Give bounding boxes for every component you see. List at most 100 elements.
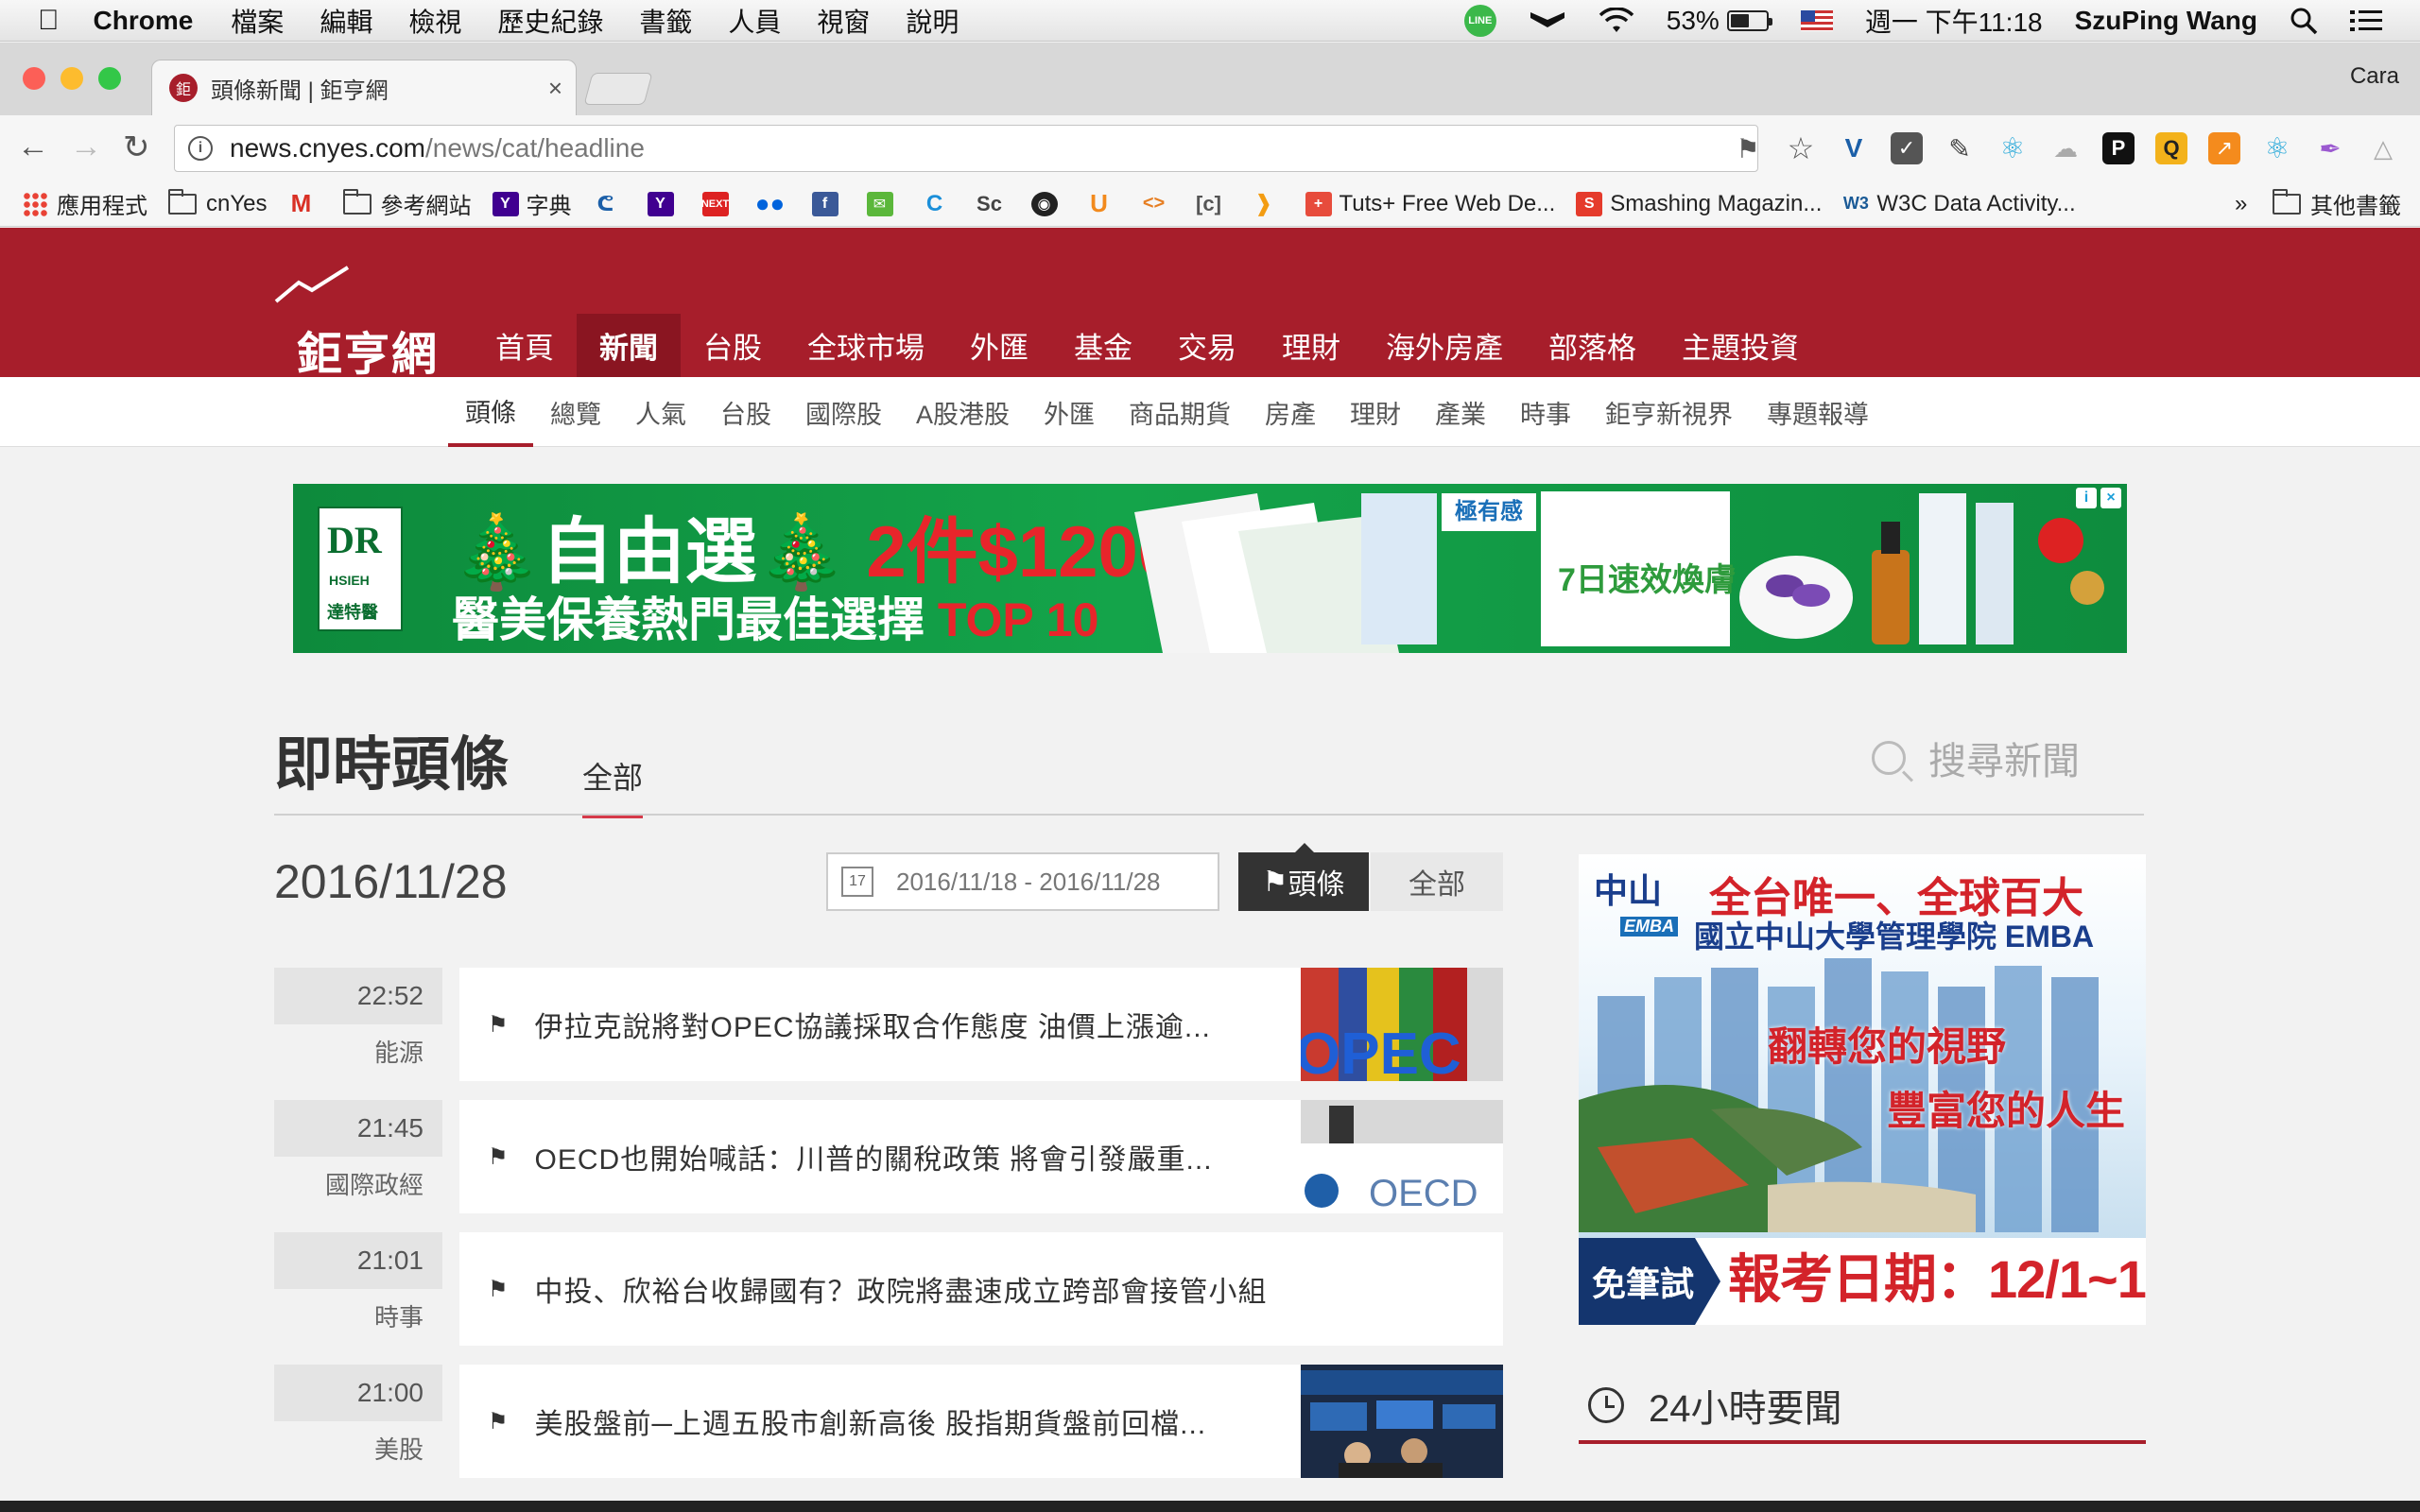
news-thumbnail[interactable]: OECD xyxy=(1301,1100,1503,1213)
address-bar[interactable]: i news.cnyes.com /news/cat/headline xyxy=(174,125,1758,172)
react-devtools-icon[interactable]: ⚛ xyxy=(1996,132,2029,164)
p-extension-icon[interactable]: P xyxy=(2102,132,2135,164)
main-nav-item[interactable]: 理財 xyxy=(1259,314,1363,377)
cloud-extension-icon[interactable]: ☁ xyxy=(2049,132,2082,164)
side-ad[interactable]: 中山 EMBA 全台唯一、全球百大 國立中山大學管理學院 EMBA 翻轉您的視野… xyxy=(1579,854,2146,1325)
filter-all-button[interactable]: 全部 xyxy=(1371,852,1503,911)
react-extension-icon[interactable]: ⚛ xyxy=(2261,132,2293,164)
wifi-icon[interactable] xyxy=(1599,8,1634,34)
main-nav-item[interactable]: 部落格 xyxy=(1526,314,1659,377)
window-zoom-button[interactable] xyxy=(98,67,121,90)
sub-nav-item[interactable]: A股港股 xyxy=(899,377,1027,447)
tab-close-icon[interactable]: × xyxy=(548,74,562,103)
news-category[interactable]: 美股 xyxy=(274,1431,442,1466)
forward-button[interactable]: → xyxy=(70,129,102,165)
main-nav-item[interactable]: 首頁 xyxy=(473,314,577,377)
sub-nav-item[interactable]: 國際股 xyxy=(788,377,899,447)
bookmark-dictionary[interactable]: Y 字典 xyxy=(492,187,572,220)
date-range-picker[interactable]: 17 2016/11/18 - 2016/11/28 xyxy=(826,852,1219,911)
analytics-extension-icon[interactable]: ↗ xyxy=(2208,132,2240,164)
app-menu[interactable]: Chrome xyxy=(94,6,194,36)
window-close-button[interactable] xyxy=(23,67,45,90)
bookmark-smashing[interactable]: S Smashing Magazin... xyxy=(1576,191,1822,217)
menu-people[interactable]: 人員 xyxy=(728,2,781,40)
menu-view[interactable]: 檢視 xyxy=(408,2,461,40)
bookmark-star-icon[interactable]: ☆ xyxy=(1785,131,1817,165)
news-title[interactable]: 伊拉克說將對OPEC協議採取合作態度 油價上漲逾... xyxy=(535,1004,1211,1045)
bookmark-tuts[interactable]: + Tuts+ Free Web De... xyxy=(1305,191,1555,217)
bookmark-apps[interactable]: 應用程式 xyxy=(23,187,147,220)
bookmark-folder-other[interactable]: 其他書籤 xyxy=(2273,187,2401,220)
bookmark-w3c[interactable]: W3 W3C Data Activity... xyxy=(1842,191,2076,217)
bookmark-folder-cnyes[interactable]: cnYes xyxy=(168,188,268,217)
q-extension-icon[interactable]: Q xyxy=(2155,132,2187,164)
line-app-icon[interactable]: LINE xyxy=(1463,5,1496,37)
menu-help[interactable]: 說明 xyxy=(906,2,959,40)
main-nav-item[interactable]: 基金 xyxy=(1051,314,1155,377)
news-category[interactable]: 國際政經 xyxy=(274,1166,442,1201)
sub-nav-item[interactable]: 時事 xyxy=(1503,377,1588,447)
sub-nav-item[interactable]: 房產 xyxy=(1248,377,1333,447)
pen-extension-icon[interactable]: ✒ xyxy=(2314,132,2346,164)
news-title[interactable]: 美股盤前─上週五股市創新高後 股指期貨盤前回檔... xyxy=(535,1400,1207,1442)
bookmark-gmail[interactable]: M xyxy=(288,189,322,217)
eyedropper-extension-icon[interactable]: ✎ xyxy=(1944,132,1976,164)
bookmark-icon-only-8[interactable]: Sc xyxy=(977,192,1011,216)
menu-history[interactable]: 歷史紀錄 xyxy=(497,2,603,40)
news-thumbnail[interactable]: OPEC xyxy=(1301,968,1503,1081)
news-search[interactable]: 搜尋新聞 xyxy=(1872,730,2080,786)
sub-nav-item[interactable]: 人氣 xyxy=(618,377,703,447)
section-tab-all[interactable]: 全部 xyxy=(582,754,644,818)
main-nav-item[interactable]: 海外房產 xyxy=(1363,314,1526,377)
bookmark-icon-only-4[interactable]: ●● xyxy=(755,189,791,217)
browser-tab-active[interactable]: 鉅 頭條新聞 | 鉅亨網 × xyxy=(151,60,577,115)
main-nav-item[interactable]: 全球市場 xyxy=(785,314,947,377)
bookmark-icon-only-12[interactable]: [c] xyxy=(1196,192,1230,216)
menu-window[interactable]: 視窗 xyxy=(817,2,870,40)
news-card[interactable]: ⚑ 伊拉克說將對OPEC協議採取合作態度 油價上漲逾... OPEC xyxy=(459,968,1503,1081)
sub-nav-item[interactable]: 鉅亨新視界 xyxy=(1588,377,1750,447)
main-nav-item[interactable]: 外匯 xyxy=(947,314,1051,377)
bookmarks-overflow-button[interactable]: » xyxy=(2235,191,2247,217)
tree-extension-icon[interactable]: △ xyxy=(2367,132,2399,164)
back-button[interactable]: ← xyxy=(17,129,49,165)
news-category[interactable]: 能源 xyxy=(274,1034,442,1069)
news-card[interactable]: ⚑ OECD也開始喊話：川普的關稅政策 將會引發嚴重... OECD xyxy=(459,1100,1503,1213)
vimium-extension-icon[interactable]: V xyxy=(1838,132,1870,164)
menubar-clock[interactable]: 週一 下午11:18 xyxy=(1865,2,2043,40)
bookmark-icon-only-7[interactable]: C xyxy=(922,191,956,216)
sub-nav-item[interactable]: 總覽 xyxy=(533,377,618,447)
main-nav-item[interactable]: 台股 xyxy=(681,314,785,377)
sub-nav-item[interactable]: 理財 xyxy=(1333,377,1418,447)
bookmark-folder-reference[interactable]: 參考網站 xyxy=(342,187,472,220)
dropzone-icon[interactable] xyxy=(1529,7,1566,35)
bookmark-icon-only-5[interactable]: f xyxy=(811,191,846,216)
ad-info-icon[interactable]: i xyxy=(2076,488,2097,508)
news-title[interactable]: 中投、欣裕台收歸國有？政院將盡速成立跨部會接管小組 xyxy=(535,1268,1268,1310)
main-nav-item[interactable]: 主題投資 xyxy=(1659,314,1822,377)
us-flag-input-icon[interactable] xyxy=(1800,10,1833,31)
menu-bookmarks[interactable]: 書籤 xyxy=(639,2,692,40)
menu-file[interactable]: 檔案 xyxy=(231,2,284,40)
sub-nav-item[interactable]: 頭條 xyxy=(448,377,533,447)
bookmark-icon-only-13[interactable]: ❱ xyxy=(1251,191,1285,216)
notification-center-icon[interactable] xyxy=(2350,9,2382,33)
menubar-user[interactable]: SzuPing Wang xyxy=(2075,6,2257,36)
sub-nav-item[interactable]: 專題報導 xyxy=(1750,377,1886,447)
ad-close-icon[interactable]: × xyxy=(2100,488,2121,508)
sub-nav-item[interactable]: 外匯 xyxy=(1027,377,1112,447)
bookmark-icon-only-6[interactable]: ✉ xyxy=(866,191,901,216)
bookmark-icon-only-2[interactable]: Y xyxy=(647,191,682,216)
bookmark-icon-only-9[interactable]: ◉ xyxy=(1030,191,1065,216)
menu-edit[interactable]: 編輯 xyxy=(320,2,372,40)
apple-menu-icon[interactable]:  xyxy=(38,5,60,37)
spotlight-search-icon[interactable] xyxy=(2290,7,2318,35)
sub-nav-item[interactable]: 台股 xyxy=(703,377,788,447)
sub-nav-item[interactable]: 產業 xyxy=(1418,377,1503,447)
news-card[interactable]: ⚑ 中投、欣裕台收歸國有？政院將盡速成立跨部會接管小組 xyxy=(459,1232,1503,1346)
bookmark-icon-only-11[interactable]: <> xyxy=(1141,192,1175,216)
page-action-puzzle-icon[interactable]: ⚑ xyxy=(1732,132,1764,164)
bookmark-icon-only-3[interactable]: NEXT xyxy=(701,191,736,216)
new-tab-button[interactable] xyxy=(583,73,653,105)
window-minimize-button[interactable] xyxy=(60,67,83,90)
